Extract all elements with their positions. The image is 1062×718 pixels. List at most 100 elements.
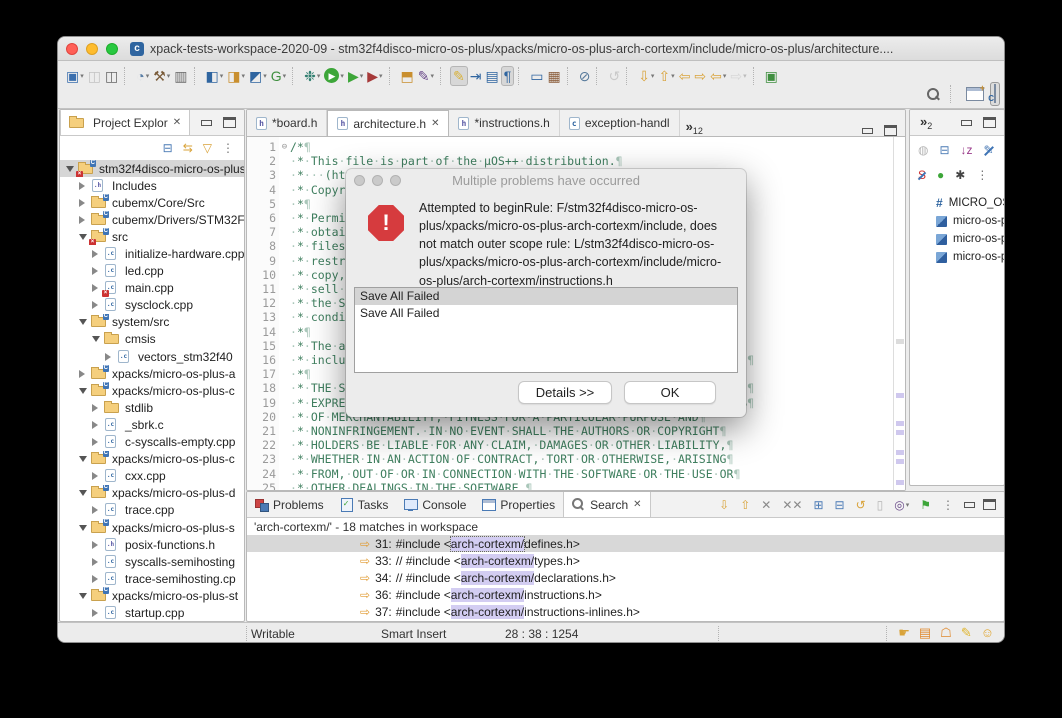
- breakpoint-types-icon[interactable]: ▦: [545, 67, 562, 85]
- search-pen-icon[interactable]: ✎▾: [416, 67, 436, 85]
- open-console-icon[interactable]: ▭: [528, 67, 545, 85]
- minimize-button[interactable]: [960, 117, 973, 128]
- collapse-all-icon[interactable]: ⊟: [161, 139, 175, 157]
- run-search-again-icon[interactable]: ↺: [854, 496, 868, 514]
- annotation-mark[interactable]: [896, 430, 904, 435]
- debug-icon[interactable]: ❉▾: [302, 67, 322, 85]
- expander-icon[interactable]: [79, 319, 87, 325]
- dialog-list-item[interactable]: Save All Failed: [355, 305, 737, 322]
- expander-icon[interactable]: [92, 438, 98, 446]
- annotation-mark[interactable]: [896, 450, 904, 455]
- tree-item[interactable]: .ctrace-semihosting.cp: [60, 570, 244, 587]
- new-c-class-icon[interactable]: ◩▾: [247, 67, 269, 85]
- dialog-problem-list[interactable]: Save All FailedSave All Failed: [354, 287, 738, 373]
- outline-item[interactable]: #MICRO_OS: [910, 194, 1004, 212]
- search-result-row[interactable]: ⇨36:#include <arch-cortexm/instructions.…: [247, 586, 1004, 603]
- new-wizard-icon[interactable]: ▣▾: [64, 67, 86, 85]
- close-icon[interactable]: ✕: [431, 118, 439, 129]
- expander-icon[interactable]: [92, 284, 98, 292]
- tree-item[interactable]: Cxpacks/micro-os-plus-st: [60, 587, 244, 604]
- minimize-button[interactable]: [861, 125, 874, 136]
- expander-icon[interactable]: [79, 490, 87, 496]
- collapse-all-icon[interactable]: ⊟: [937, 141, 951, 159]
- outline-tab-overflow[interactable]: »2: [920, 114, 932, 131]
- close-icon[interactable]: ✕: [633, 499, 641, 510]
- tree-item[interactable]: .c_sbrk.c: [60, 416, 244, 433]
- close-icon[interactable]: ✕: [173, 117, 181, 128]
- expander-icon[interactable]: [79, 593, 87, 599]
- expander-icon[interactable]: [79, 456, 87, 462]
- sort-icon[interactable]: ↓z: [959, 141, 975, 159]
- tree-item[interactable]: .cc-syscalls-empty.cpp: [60, 434, 244, 451]
- tree-item[interactable]: .cstartup.cpp: [60, 604, 244, 621]
- tree-item[interactable]: Cxpacks/micro-os-plus-c: [60, 451, 244, 468]
- annotation-mark[interactable]: [896, 480, 904, 485]
- tree-item[interactable]: cmsis: [60, 331, 244, 348]
- tree-item[interactable]: Cxpacks/micro-os-plus-a: [60, 365, 244, 382]
- expander-icon[interactable]: [79, 199, 85, 207]
- tree-item[interactable]: .hIncludes: [60, 177, 244, 194]
- zoom-window-button[interactable]: [106, 43, 118, 55]
- view-menu-icon[interactable]: ⋮: [220, 139, 236, 157]
- tree-item[interactable]: .cinitialize-hardware.cpp: [60, 245, 244, 262]
- expander-icon[interactable]: [92, 336, 100, 342]
- profile-icon[interactable]: ▶▾: [365, 67, 384, 85]
- expander-icon[interactable]: [92, 558, 98, 566]
- hide-fields-icon[interactable]: ✱: [953, 166, 967, 184]
- tree-item[interactable]: .csysclock.cpp: [60, 297, 244, 314]
- next-annotation-icon[interactable]: ⇩▾: [636, 67, 656, 85]
- annotation-mark[interactable]: [896, 421, 904, 426]
- pin-search-view-icon[interactable]: ⚑: [918, 496, 933, 514]
- tree-item[interactable]: .csyscalls-semihosting: [60, 553, 244, 570]
- build-all-icon[interactable]: ◔▾: [134, 67, 151, 85]
- save-icon[interactable]: ◫: [86, 67, 103, 85]
- ok-button[interactable]: OK: [624, 381, 716, 404]
- previous-match-icon[interactable]: ⇧: [738, 496, 752, 514]
- tree-item[interactable]: .ctrace.cpp: [60, 502, 244, 519]
- expander-icon[interactable]: [79, 216, 85, 224]
- outline-item[interactable]: micro-os-p: [910, 248, 1004, 266]
- view-menu-icon[interactable]: ⋮: [940, 496, 956, 514]
- outline-item[interactable]: micro-os-p: [910, 212, 1004, 230]
- hide-static-icon[interactable]: S: [916, 166, 928, 184]
- editor-tab-architecture.h[interactable]: harchitecture.h✕: [327, 110, 449, 136]
- view-menu-icon[interactable]: ⋮: [974, 166, 990, 184]
- tree-item[interactable]: C×src: [60, 228, 244, 245]
- expander-icon[interactable]: [92, 301, 98, 309]
- annotation-mark[interactable]: [896, 459, 904, 464]
- new-c-folder-icon[interactable]: ◨▾: [225, 67, 247, 85]
- tree-item[interactable]: Ccubemx/Drivers/STM32F4: [60, 211, 244, 228]
- tree-item[interactable]: Ccubemx/Core/Src: [60, 194, 244, 211]
- tree-item[interactable]: .hposix-functions.h: [60, 536, 244, 553]
- skip-breakpoints-icon[interactable]: ⊘: [577, 67, 593, 85]
- expander-icon[interactable]: [92, 472, 98, 480]
- tab-console[interactable]: Console: [396, 492, 474, 517]
- cancel-search-icon[interactable]: ▯: [875, 496, 886, 514]
- details-button[interactable]: Details >>: [518, 381, 612, 404]
- tree-item[interactable]: Cxpacks/micro-os-plus-c: [60, 382, 244, 399]
- previous-annotation-icon[interactable]: ⇧▾: [656, 67, 676, 85]
- last-edit-location-icon[interactable]: ⇦: [677, 67, 693, 85]
- maximize-button[interactable]: [983, 117, 996, 128]
- pencil-icon[interactable]: ✎: [961, 625, 972, 641]
- expander-icon[interactable]: [79, 182, 85, 190]
- expander-icon[interactable]: [79, 234, 87, 240]
- hide-inactive-icon[interactable]: ✎: [982, 141, 996, 159]
- pin-editor-icon[interactable]: ▣: [763, 67, 780, 85]
- expander-icon[interactable]: [92, 267, 98, 275]
- tab-project-explorer[interactable]: Project Explor ✕: [60, 110, 190, 135]
- collapse-all-icon[interactable]: ⊟: [833, 496, 847, 514]
- next-edit-location-icon[interactable]: ⇨: [692, 67, 708, 85]
- search-result-row[interactable]: ⇨34:// #include <arch-cortexm/declaratio…: [247, 569, 1004, 586]
- expand-all-icon[interactable]: ⊞: [811, 496, 825, 514]
- maximize-button[interactable]: [223, 117, 236, 128]
- fold-marker[interactable]: ⊖: [279, 140, 290, 154]
- expander-icon[interactable]: [92, 575, 98, 583]
- save-all-icon[interactable]: ◫: [103, 67, 120, 85]
- remove-all-matches-icon[interactable]: ✕✕: [780, 496, 804, 514]
- minimize-window-button[interactable]: [86, 43, 98, 55]
- tree-item[interactable]: Csystem/src: [60, 314, 244, 331]
- close-window-button[interactable]: [66, 43, 78, 55]
- tab-problems[interactable]: Problems: [247, 492, 332, 517]
- annotation-mark[interactable]: [896, 339, 904, 344]
